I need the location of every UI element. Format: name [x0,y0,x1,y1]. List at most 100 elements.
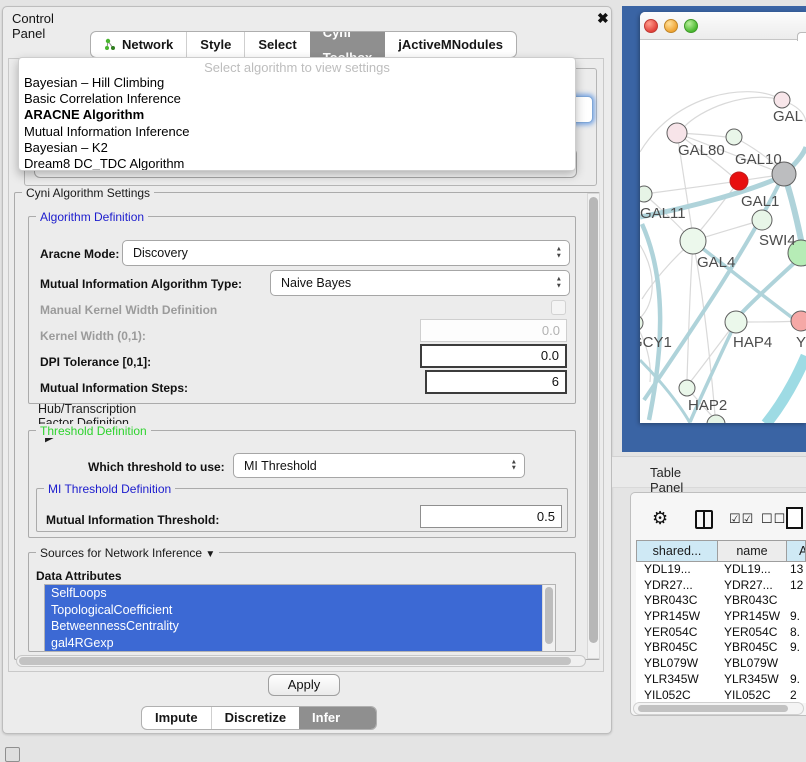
table-cell: YDR27... [718,578,787,594]
network-node[interactable] [725,311,747,333]
algorithm-option[interactable]: Basic Correlation Inference [19,91,575,107]
table-cell: 2 [787,688,806,704]
node-label: GAL80 [678,142,725,159]
table-row[interactable]: YBL079WYBL079W [636,656,806,672]
tab-select[interactable]: Select [244,32,309,57]
table-row[interactable]: YDR27...YDR27...12 [636,578,806,594]
tab-jactivemnodules[interactable]: jActiveMNodules [385,32,516,57]
algorithm-option[interactable]: Dream8 DC_TDC Algorithm [19,156,575,171]
algorithm-dropdown-list: Select algorithm to view settings Bayesi… [18,57,576,171]
dpi-tolerance-label: DPI Tolerance [0,1]: [40,355,151,369]
apply-button[interactable]: Apply [268,674,340,696]
algorithm-definition-title: Algorithm Definition [36,210,148,224]
table-cell: YPR145W [718,609,787,625]
which-threshold-combobox[interactable]: MI Threshold ▲▼ [233,453,525,478]
attributes-scrollbar[interactable] [542,585,555,651]
mi-threshold-label: Mutual Information Threshold: [46,513,219,527]
close-traffic-light[interactable] [644,19,658,33]
stepper-arrows-icon: ▲▼ [556,247,562,260]
mi-steps-field[interactable]: 6 [425,370,567,394]
table-row[interactable]: YDL19...YDL19...13 [636,562,806,578]
table-cell: YBR043C [718,593,787,609]
tab-network[interactable]: Network [91,32,186,57]
zoom-traffic-light[interactable] [684,19,698,33]
table-cell: YLR345W [718,672,787,688]
node-label: GAL1 [741,193,779,210]
tab-style[interactable]: Style [186,32,244,57]
mi-threshold-field[interactable]: 0.5 [420,505,562,528]
table-row[interactable]: YPR145WYPR145W9. [636,609,806,625]
table-cell: YDR27... [636,578,718,594]
tab-cyni-toolbox[interactable]: Cyni Toolbox [310,32,386,57]
table-row[interactable]: YIL052CYIL052C2 [636,688,806,704]
dpi-tolerance-field[interactable]: 0.0 [420,344,567,368]
sources-group-title[interactable]: Sources for Network Inference ▼ [36,546,219,560]
network-node[interactable] [774,92,790,108]
manual-kernel-checkbox[interactable] [551,300,566,315]
deselect-checkboxes-icon[interactable]: ☐☐ [761,511,786,527]
network-node[interactable] [730,172,748,190]
document-icon[interactable] [786,507,803,529]
restore-panel-icon[interactable] [5,747,20,762]
network-icon [104,38,117,51]
table-row[interactable]: YER054CYER054C8. [636,625,806,641]
select-all-checkboxes-icon[interactable]: ☑☑ [729,511,754,527]
aracne-mode-label: Aracne Mode: [40,247,119,261]
network-node[interactable] [640,186,652,202]
network-node[interactable] [680,228,706,254]
table-cell: YDL19... [718,562,787,578]
table-horizontal-scrollbar[interactable] [633,702,804,715]
node-label: GAL10 [735,151,782,168]
table-cell [787,593,806,609]
control-panel-title: Control Panel [12,11,54,41]
which-threshold-label: Which threshold to use: [88,460,225,474]
algorithm-option[interactable]: ARACNE Algorithm [19,107,575,123]
gear-icon[interactable]: ⚙ [652,508,668,529]
settings-horizontal-scrollbar[interactable] [16,655,586,667]
table-cell [787,656,806,672]
network-canvas[interactable]: GALGAL80GAL10GAL1GAL11SWI4GAL4GCY1HAP4YH… [640,41,806,423]
table-row[interactable]: YLR345WYLR345W9. [636,672,806,688]
network-node[interactable] [667,123,687,143]
data-attributes-label: Data Attributes [36,569,122,583]
control-panel-tabbar: Network Style Select Cyni Toolbox jActiv… [90,31,517,58]
table-cell: YIL052C [636,688,718,704]
network-node[interactable] [726,129,742,145]
manual-kernel-label: Manual Kernel Width Definition [40,303,217,317]
attribute-item[interactable]: gal4RGexp [45,635,543,652]
column-header-name[interactable]: name [718,540,787,562]
column-header-partial[interactable]: A [787,540,806,562]
network-node[interactable] [707,415,725,423]
algorithm-option[interactable]: Mutual Information Inference [19,124,575,140]
tab-infer-network[interactable]: Infer Network [299,707,376,729]
attribute-item[interactable]: SelfLoops [45,585,543,602]
stepper-arrows-icon: ▲▼ [511,459,517,472]
network-node[interactable] [791,311,806,331]
network-node[interactable] [679,380,695,396]
table-body: YDL19...YDL19...13YDR27...YDR27...12YBR0… [636,562,806,703]
table-row[interactable]: YBR043CYBR043C [636,593,806,609]
network-edge [687,241,693,380]
node-label: HAP2 [688,397,727,414]
network-node[interactable] [752,210,772,230]
minimize-traffic-light[interactable] [664,19,678,33]
column-header-shared-name[interactable]: shared... [636,540,718,562]
attribute-item[interactable]: TopologicalCoefficient [45,602,543,619]
table-row[interactable]: YBR045CYBR045C9. [636,640,806,656]
aracne-mode-combobox[interactable]: Discovery ▲▼ [122,240,570,266]
algorithm-option[interactable]: Bayesian – K2 [19,140,575,156]
table-cell: YBL079W [636,656,718,672]
algorithm-option[interactable]: Bayesian – Hill Climbing [19,75,575,91]
table-cell: 12 [787,578,806,594]
settings-vertical-scrollbar[interactable] [587,193,600,659]
table-panel-header [612,456,806,488]
attribute-item[interactable]: BetweennessCentrality [45,618,543,635]
tab-impute-data[interactable]: Impute Data [142,707,211,729]
tab-discretize-data[interactable]: Discretize Data [211,707,299,729]
dropdown-placeholder: Select algorithm to view settings [19,60,575,75]
kernel-width-field[interactable]: 0.0 [420,319,567,342]
split-view-icon[interactable] [695,510,713,529]
settings-group-title: Cyni Algorithm Settings [22,186,154,200]
close-icon[interactable]: ✖ [597,10,609,27]
mi-type-combobox[interactable]: Naive Bayes ▲▼ [270,270,570,296]
